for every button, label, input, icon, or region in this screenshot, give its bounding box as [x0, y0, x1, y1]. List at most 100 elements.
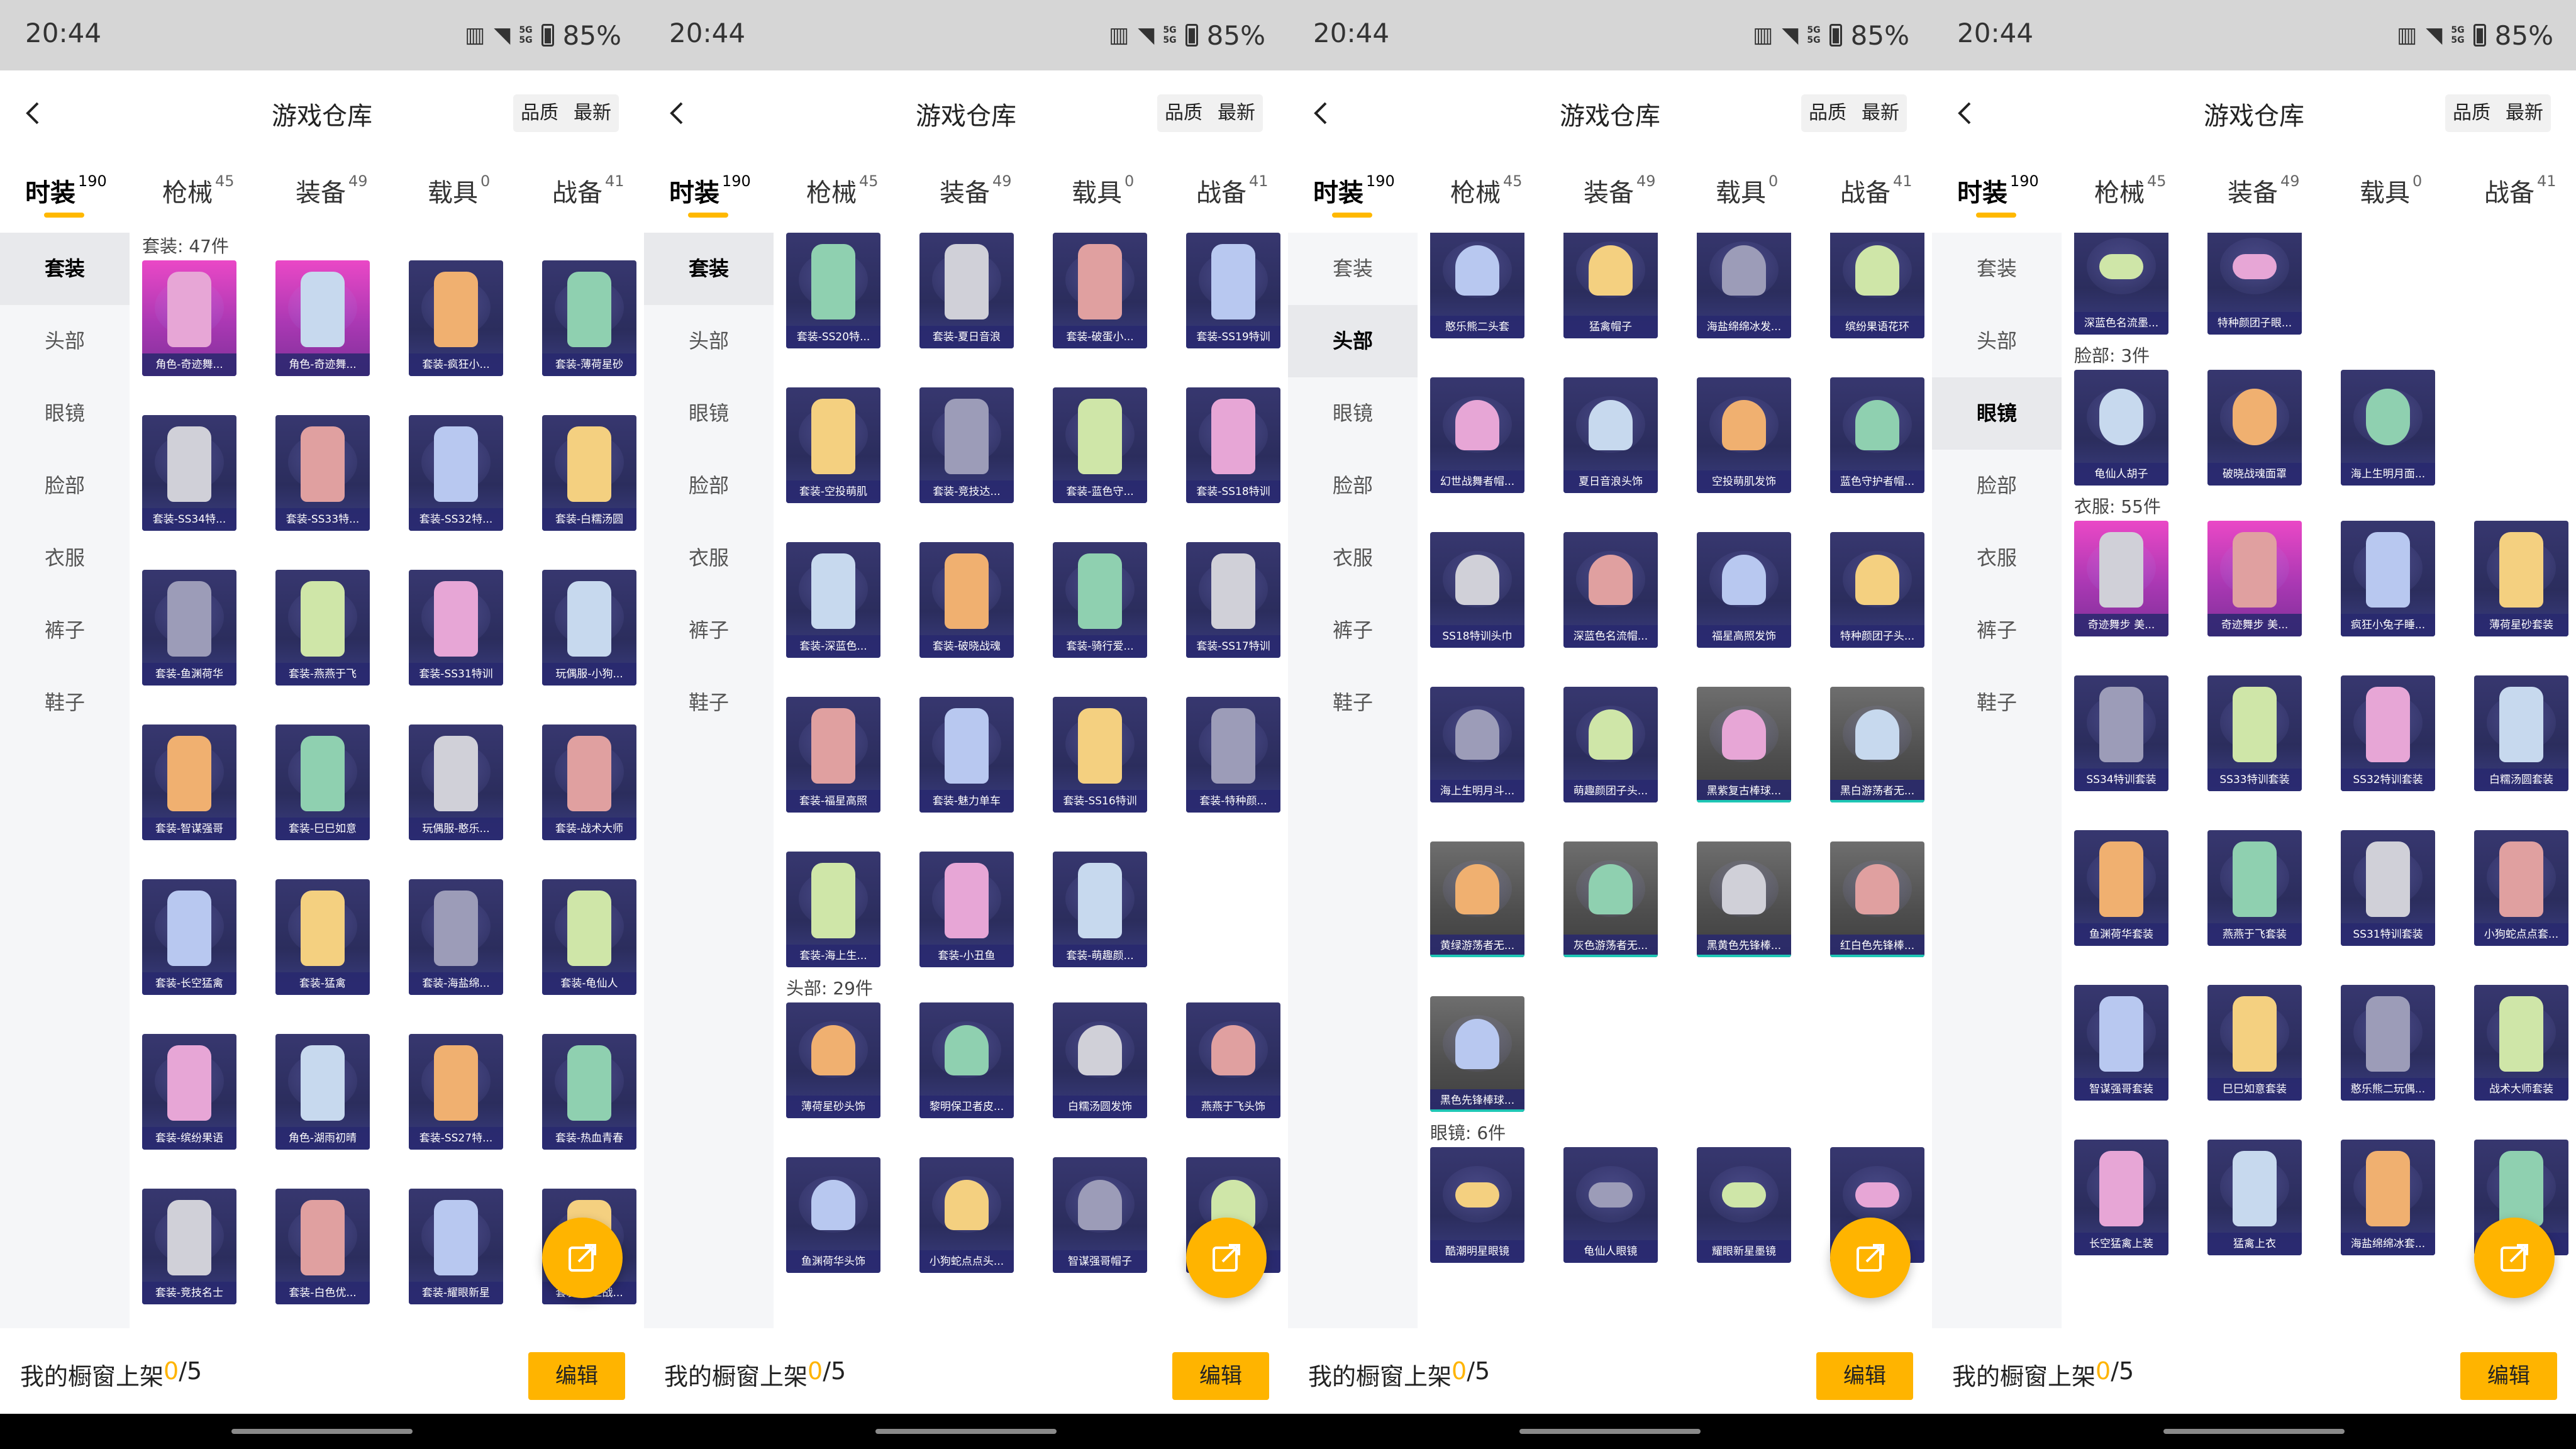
item-card[interactable]: 套装-SS27特... — [409, 1034, 503, 1150]
item-card[interactable]: 憨乐熊二头套 — [1430, 233, 1524, 338]
item-card[interactable]: 小狗蛇点点套... — [2474, 830, 2568, 946]
item-card[interactable]: 灰色游荡者无... — [1563, 841, 1658, 957]
item-card[interactable]: 套装-智谋强哥 — [142, 724, 236, 840]
sidebar-item[interactable]: 鞋子 — [1288, 667, 1418, 739]
item-card[interactable]: 角色-奇迹舞... — [142, 260, 236, 376]
share-button[interactable] — [542, 1218, 623, 1298]
item-card[interactable]: 蓝色守护者帽... — [1830, 377, 1924, 493]
tab-category[interactable]: 载具 0 — [1072, 172, 1134, 209]
item-card[interactable]: 套装-SS33特... — [275, 415, 370, 531]
sidebar-item[interactable]: 衣服 — [0, 522, 130, 594]
edit-button[interactable]: 编辑 — [1172, 1352, 1269, 1400]
item-card[interactable]: 套装-特种颜... — [1186, 697, 1280, 813]
sort-quality-button[interactable]: 品质 — [1801, 94, 1854, 132]
item-card[interactable]: 套装-SS19特训 — [1186, 233, 1280, 348]
share-button[interactable] — [1186, 1218, 1267, 1298]
item-card[interactable]: 薄荷星砂套装 — [2474, 521, 2568, 636]
item-card[interactable]: 海盐绵绵冰套... — [2341, 1140, 2435, 1255]
tab-category[interactable]: 战备 41 — [2484, 172, 2557, 209]
item-card[interactable]: 套装-长空猛禽 — [142, 879, 236, 995]
item-card[interactable]: 套装-海盐绵... — [409, 879, 503, 995]
item-card[interactable]: 特种颜团子眼... — [2207, 233, 2302, 335]
item-card[interactable]: 战术大师套装 — [2474, 985, 2568, 1101]
sidebar-item[interactable]: 套装 — [1932, 233, 2062, 305]
item-card[interactable]: 空投萌肌发饰 — [1697, 377, 1791, 493]
item-card[interactable]: 套装-猛禽 — [275, 879, 370, 995]
item-card[interactable]: SS34特训套装 — [2074, 675, 2168, 791]
item-card[interactable]: 破晓战魂面罩 — [2207, 370, 2302, 486]
item-card[interactable]: 套装-SS32特... — [409, 415, 503, 531]
sidebar-item[interactable]: 脸部 — [0, 450, 130, 522]
sidebar-item[interactable]: 脸部 — [644, 450, 774, 522]
sidebar-item[interactable]: 头部 — [1932, 305, 2062, 377]
home-indicator[interactable] — [2163, 1429, 2345, 1434]
item-card[interactable]: 套装-SS17特训 — [1186, 542, 1280, 658]
tab-category[interactable]: 装备 49 — [1584, 172, 1656, 209]
item-card[interactable]: 黎明保卫者皮... — [919, 1002, 1014, 1118]
item-card[interactable]: 红白色先锋棒... — [1830, 841, 1924, 957]
item-card[interactable]: 憨乐熊二玩偶... — [2341, 985, 2435, 1101]
tab-category[interactable]: 枪械 45 — [1450, 172, 1523, 209]
item-card[interactable]: 套装-蓝色守... — [1053, 387, 1147, 503]
sort-latest-button[interactable]: 最新 — [2498, 94, 2551, 132]
sort-latest-button[interactable]: 最新 — [1854, 94, 1907, 132]
item-card[interactable]: 套装-竞技达... — [919, 387, 1014, 503]
item-card[interactable]: 黑色先锋棒球... — [1430, 996, 1524, 1112]
item-card[interactable]: 海上生明月斗... — [1430, 687, 1524, 802]
sidebar-item[interactable]: 头部 — [644, 305, 774, 377]
item-card[interactable]: 套装-SS31特训 — [409, 570, 503, 686]
sidebar-item[interactable]: 套装 — [0, 233, 130, 305]
item-card[interactable]: 玩偶服-憨乐... — [409, 724, 503, 840]
item-card[interactable]: 猛禽帽子 — [1563, 233, 1658, 338]
item-card[interactable]: 套装-疯狂小... — [409, 260, 503, 376]
tab-category[interactable]: 装备 49 — [940, 172, 1012, 209]
home-indicator[interactable] — [875, 1429, 1057, 1434]
item-card[interactable]: 鱼渊荷华头饰 — [786, 1157, 880, 1273]
item-card[interactable]: 套装-白糯汤圆 — [542, 415, 636, 531]
sort-latest-button[interactable]: 最新 — [1210, 94, 1263, 132]
sidebar-item[interactable]: 头部 — [0, 305, 130, 377]
sidebar-item[interactable]: 脸部 — [1932, 450, 2062, 522]
sidebar-item[interactable]: 脸部 — [1288, 450, 1418, 522]
sidebar-item[interactable]: 眼镜 — [1932, 377, 2062, 450]
item-card[interactable]: 套装-耀眼新星 — [409, 1189, 503, 1304]
item-card[interactable]: 套装-魅力单车 — [919, 697, 1014, 813]
item-card[interactable]: 疯狂小兔子睡... — [2341, 521, 2435, 636]
item-card[interactable]: SS32特训套装 — [2341, 675, 2435, 791]
item-card[interactable]: 奇迹舞步 美... — [2207, 521, 2302, 636]
sidebar-item[interactable]: 衣服 — [644, 522, 774, 594]
item-card[interactable]: 套装-鱼渊荷华 — [142, 570, 236, 686]
item-card[interactable]: SS33特训套装 — [2207, 675, 2302, 791]
item-card[interactable]: 燕燕于飞头饰 — [1186, 1002, 1280, 1118]
item-card[interactable]: 特种颜团子头... — [1830, 532, 1924, 648]
sort-quality-button[interactable]: 品质 — [513, 94, 566, 132]
sidebar-item[interactable]: 裤子 — [644, 594, 774, 667]
item-card[interactable]: 套装-深蓝色... — [786, 542, 880, 658]
item-card[interactable]: 龟仙人胡子 — [2074, 370, 2168, 486]
sidebar-item[interactable]: 眼镜 — [644, 377, 774, 450]
sort-latest-button[interactable]: 最新 — [566, 94, 619, 132]
tab-category[interactable]: 载具 0 — [428, 172, 490, 209]
item-list[interactable]: 套装: 47件 角色-奇迹舞... 角色-奇迹舞... 套装-疯狂小... 套装-薄荷星… — [130, 233, 644, 1328]
item-card[interactable]: 龟仙人眼镜 — [1563, 1147, 1658, 1263]
tab-category[interactable]: 战备 41 — [1840, 172, 1913, 209]
sort-quality-button[interactable]: 品质 — [2445, 94, 2498, 132]
item-card[interactable]: 套装-萌趣颜... — [1053, 852, 1147, 967]
item-card[interactable]: 智谋强哥帽子 — [1053, 1157, 1147, 1273]
item-card[interactable]: 套装-竞技名士 — [142, 1189, 236, 1304]
edit-button[interactable]: 编辑 — [1816, 1352, 1913, 1400]
sidebar-item[interactable]: 眼镜 — [0, 377, 130, 450]
tab-category[interactable]: 枪械 45 — [806, 172, 879, 209]
item-card[interactable]: 套装-SS34特... — [142, 415, 236, 531]
item-card[interactable]: 幻世战舞者帽... — [1430, 377, 1524, 493]
item-card[interactable]: 套装-骑行爱... — [1053, 542, 1147, 658]
item-card[interactable]: 套装-SS18特训 — [1186, 387, 1280, 503]
sidebar-item[interactable]: 套装 — [1288, 233, 1418, 305]
item-card[interactable]: 白糯汤圆发饰 — [1053, 1002, 1147, 1118]
item-card[interactable]: 鱼渊荷华套装 — [2074, 830, 2168, 946]
item-card[interactable]: 燕燕于飞套装 — [2207, 830, 2302, 946]
home-indicator[interactable] — [231, 1429, 413, 1434]
sidebar-item[interactable]: 套装 — [644, 233, 774, 305]
item-card[interactable]: 缤纷果语花环 — [1830, 233, 1924, 338]
item-card[interactable]: 耀眼新星墨镜 — [1697, 1147, 1791, 1263]
